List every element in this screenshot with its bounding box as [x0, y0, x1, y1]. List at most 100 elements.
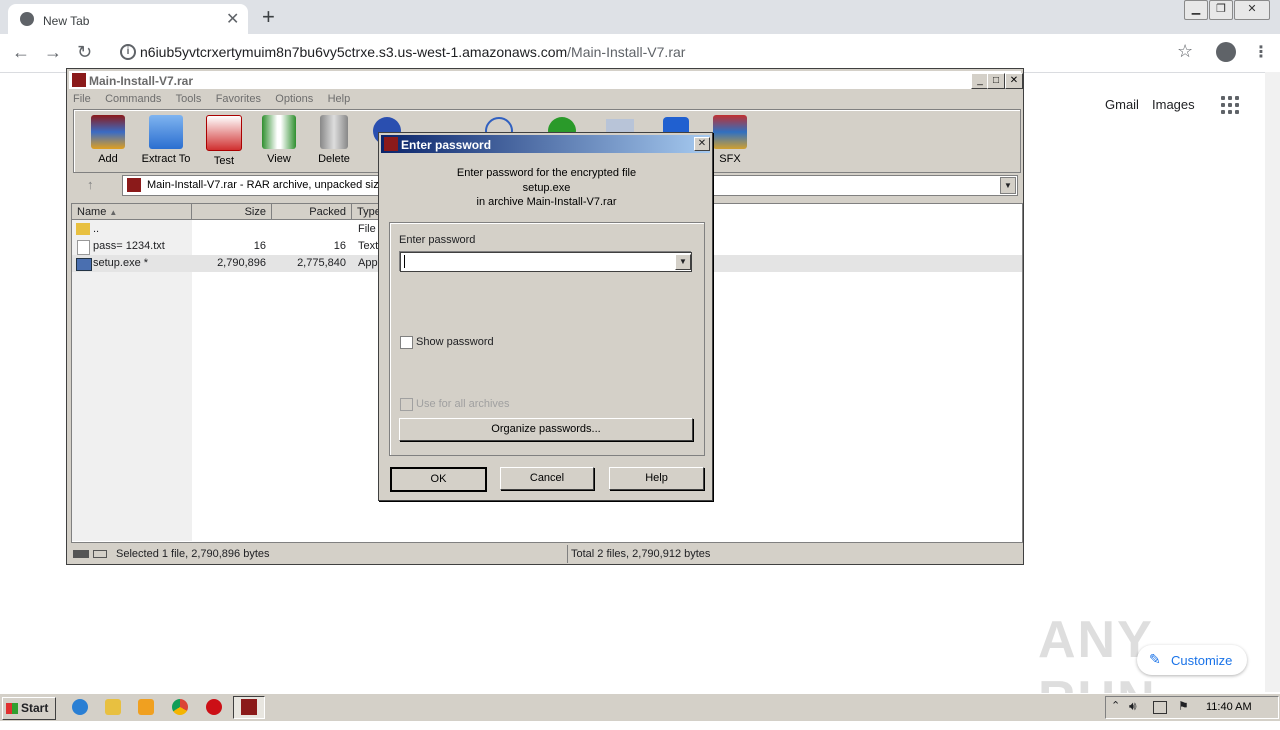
- gmail-link[interactable]: Gmail: [1105, 97, 1139, 112]
- opera-icon[interactable]: [206, 699, 222, 715]
- extract-to-button[interactable]: Extract To: [137, 115, 195, 165]
- book-icon: [262, 115, 296, 149]
- url-path: /Main-Install-V7.rar: [567, 44, 686, 60]
- row-size: 16: [253, 240, 266, 252]
- organize-passwords-button[interactable]: Organize passwords...: [399, 418, 693, 441]
- trash-icon: [320, 115, 348, 149]
- row-size: 2,790,896: [217, 257, 266, 269]
- profile-avatar-icon[interactable]: [1216, 42, 1236, 62]
- winrar-icon: [384, 137, 398, 151]
- sfx-icon: [713, 115, 747, 149]
- taskbar: Start ⌃ 🔊︎ ⚑ 11:40 AM: [0, 693, 1280, 721]
- images-link[interactable]: Images: [1152, 97, 1195, 112]
- page-scrollbar[interactable]: [1265, 72, 1280, 692]
- test-label: Test: [213, 155, 235, 167]
- up-arrow-icon[interactable]: ↑: [87, 177, 94, 192]
- new-tab-plus-icon[interactable]: +: [262, 4, 275, 30]
- column-size[interactable]: Size: [192, 204, 272, 220]
- cancel-button[interactable]: Cancel: [500, 467, 594, 490]
- use-for-all-archives-checkbox[interactable]: [400, 398, 413, 411]
- test-button[interactable]: Test: [195, 115, 253, 167]
- password-field-label: Enter password: [399, 234, 476, 246]
- row-packed: 2,775,840: [297, 257, 346, 269]
- menu-help[interactable]: Help: [328, 93, 351, 105]
- column-name[interactable]: Name ▲: [72, 204, 192, 220]
- menu-kebab-icon[interactable]: ⋮: [1253, 42, 1269, 62]
- pencil-icon: ✎: [1149, 651, 1161, 667]
- row-name: ..: [93, 223, 100, 235]
- maximize-icon[interactable]: □: [987, 73, 1005, 89]
- show-password-label[interactable]: Show password: [416, 336, 494, 348]
- bookmark-star-icon[interactable]: ☆: [1177, 41, 1193, 62]
- start-button[interactable]: Start: [2, 697, 56, 720]
- view-button[interactable]: View: [250, 115, 308, 165]
- dialog-message-filename: setup.exe: [522, 182, 571, 194]
- minimize-icon[interactable]: ▁: [1184, 0, 1208, 20]
- clipboard-check-icon: [206, 115, 242, 151]
- add-icon: [91, 115, 125, 149]
- action-center-flag-icon[interactable]: ⚑: [1178, 699, 1189, 713]
- delete-button[interactable]: Delete: [305, 115, 363, 165]
- ie-icon[interactable]: [72, 699, 88, 715]
- close-icon[interactable]: ✕: [1005, 73, 1023, 89]
- column-packed[interactable]: Packed: [272, 204, 352, 220]
- row-type: Appl: [358, 257, 381, 269]
- apps-grid-icon[interactable]: [1221, 96, 1239, 114]
- row-type: Text: [358, 240, 379, 252]
- url-host: n6iub5yvtcrxertymuim8n7bu6vy5ctrxe.s3.us…: [140, 44, 568, 60]
- help-button[interactable]: Help: [609, 467, 704, 490]
- windows-logo-icon: [6, 703, 18, 714]
- row-packed: 16: [333, 240, 346, 252]
- tray-expand-icon[interactable]: ⌃: [1111, 699, 1120, 712]
- volume-icon[interactable]: 🔊︎: [1129, 699, 1137, 714]
- extract-to-label: Extract To: [141, 153, 191, 165]
- winrar-titlebar[interactable]: Main-Install-V7.rar _ □ ✕: [69, 71, 1023, 89]
- menu-tools[interactable]: Tools: [176, 93, 202, 105]
- menu-file[interactable]: File: [73, 93, 91, 105]
- dialog-titlebar[interactable]: Enter password ✕: [381, 135, 710, 153]
- ok-button[interactable]: OK: [390, 467, 487, 492]
- password-input[interactable]: ▼: [400, 252, 692, 272]
- add-label: Add: [98, 153, 118, 165]
- folder-icon: [149, 115, 183, 149]
- view-label: View: [267, 153, 291, 165]
- media-player-icon[interactable]: [138, 699, 154, 715]
- network-icon[interactable]: [1153, 701, 1167, 714]
- start-label: Start: [21, 701, 49, 715]
- tab-close-icon[interactable]: ✕: [226, 9, 239, 29]
- address-bar[interactable]: n6iub5yvtcrxertymuim8n7bu6vy5ctrxe.s3.us…: [140, 44, 685, 60]
- winrar-title: Main-Install-V7.rar: [89, 74, 194, 88]
- forward-arrow-icon[interactable]: →: [44, 42, 62, 63]
- menu-favorites[interactable]: Favorites: [216, 93, 261, 105]
- dialog-close-icon[interactable]: ✕: [694, 137, 710, 151]
- delete-label: Delete: [318, 153, 350, 165]
- dialog-message-line1: Enter password for the encrypted file: [456, 167, 637, 179]
- explorer-folder-icon[interactable]: [105, 699, 121, 715]
- chrome-icon[interactable]: [172, 699, 188, 715]
- tab-new-tab[interactable]: New Tab ✕: [8, 4, 248, 34]
- clock[interactable]: 11:40 AM: [1206, 701, 1252, 713]
- status-total: Total 2 files, 2,790,912 bytes: [571, 548, 711, 560]
- row-name: setup.exe *: [93, 257, 149, 269]
- password-history-dropdown-icon[interactable]: ▼: [675, 254, 691, 270]
- info-icon[interactable]: i: [120, 44, 136, 60]
- dialog-title: Enter password: [401, 138, 492, 152]
- sort-asc-icon: ▲: [109, 208, 118, 217]
- key-icon: [93, 550, 107, 558]
- show-password-checkbox[interactable]: [400, 336, 413, 349]
- add-button[interactable]: Add: [79, 115, 137, 165]
- column-name-label: Name: [77, 206, 107, 218]
- winrar-icon: [241, 699, 257, 715]
- rar-icon: [127, 178, 141, 192]
- menu-options[interactable]: Options: [275, 93, 313, 105]
- winrar-taskbar-button[interactable]: [233, 696, 265, 719]
- text-cursor: [404, 255, 405, 268]
- drive-icon: [73, 550, 89, 558]
- restore-icon[interactable]: ❐: [1209, 0, 1233, 20]
- reload-icon[interactable]: ↻: [77, 42, 92, 63]
- menu-commands[interactable]: Commands: [105, 93, 161, 105]
- close-window-icon[interactable]: ✕: [1234, 0, 1270, 20]
- back-arrow-icon[interactable]: ←: [12, 42, 30, 63]
- path-dropdown-icon[interactable]: ▼: [1000, 177, 1016, 194]
- customize-button[interactable]: ✎ Customize: [1137, 645, 1247, 675]
